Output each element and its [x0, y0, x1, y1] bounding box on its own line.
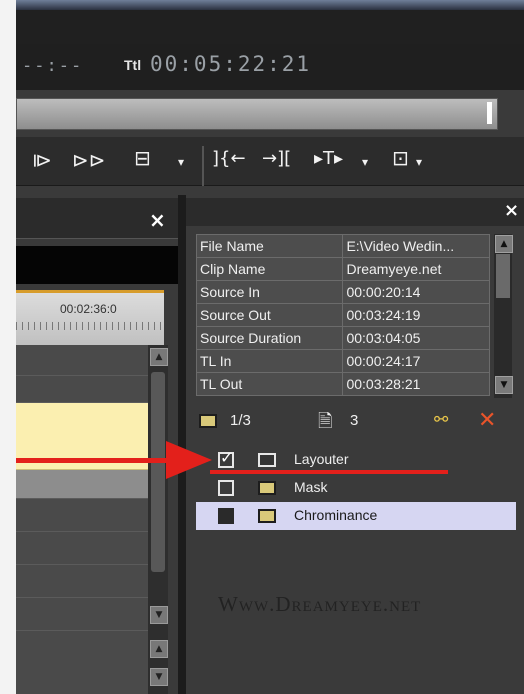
property-value: 00:00:20:14 — [342, 280, 490, 304]
delete-effect-icon[interactable]: ✕ — [478, 408, 496, 433]
mark-out-icon[interactable]: →][ — [262, 150, 291, 168]
track-row[interactable] — [16, 376, 148, 403]
effect-label: Chrominance — [294, 507, 378, 523]
track-row[interactable] — [16, 565, 148, 598]
chevron-down-icon[interactable]: ▾ — [362, 156, 368, 168]
track-row[interactable] — [16, 499, 148, 532]
timeline-black-bar — [16, 246, 180, 284]
close-icon[interactable]: × — [149, 208, 166, 232]
scrollbar-thumb[interactable] — [496, 254, 510, 298]
scrollbar-thumb[interactable] — [151, 372, 165, 572]
timecode-dashes: --:-- — [22, 56, 84, 76]
property-value: E:\Video Wedin... — [342, 234, 490, 258]
info-panel-header — [186, 198, 524, 226]
property-value: 00:03:28:21 — [342, 372, 490, 396]
watermark: Www.Dreamyeye.net — [218, 592, 422, 616]
property-row[interactable]: Source Duration 00:03:04:05 — [195, 326, 490, 350]
position-scrubber[interactable] — [16, 98, 498, 130]
track-row[interactable] — [16, 345, 148, 376]
property-row[interactable]: TL In 00:00:24:17 — [195, 349, 490, 373]
display-icon[interactable]: ⊟ — [134, 148, 151, 168]
property-value: Dreamyeye.net — [342, 257, 490, 281]
chevron-down-icon[interactable]: ▾ — [178, 156, 184, 168]
annotation-underline — [210, 470, 448, 474]
property-key: File Name — [195, 234, 344, 258]
effect-checkbox[interactable] — [218, 508, 234, 524]
chrominance-icon — [258, 509, 276, 523]
property-key: TL Out — [195, 372, 344, 396]
scroll-up-icon[interactable]: ▲ — [495, 235, 513, 253]
effect-checkbox[interactable]: ✓ — [218, 448, 234, 468]
property-row[interactable]: Source In 00:00:20:14 — [195, 280, 490, 304]
scroll-down-icon[interactable]: ▼ — [150, 668, 168, 686]
layouter-icon — [258, 453, 276, 467]
property-value: 00:03:04:05 — [342, 326, 490, 350]
timecode-label: Ttl — [124, 57, 142, 73]
play-frame-icon[interactable]: ⧐ — [32, 150, 52, 170]
effect-checkbox[interactable] — [218, 480, 234, 496]
effect-settings-icon[interactable]: ⚯ — [434, 410, 448, 430]
checkmark-icon: ✓ — [220, 448, 234, 467]
fast-forward-icon[interactable]: ⊳⊳ — [72, 150, 106, 170]
track-row[interactable] — [16, 470, 148, 499]
title-area — [16, 0, 524, 50]
property-row[interactable]: TL Out 00:03:28:21 — [195, 372, 490, 396]
property-value: 00:00:24:17 — [342, 349, 490, 373]
close-icon[interactable]: × — [504, 200, 519, 221]
scroll-up-icon[interactable]: ▲ — [150, 640, 168, 658]
mark-in-icon[interactable]: ]{← — [212, 150, 246, 168]
annotation-arrow-icon — [166, 441, 212, 479]
property-key: Source In — [195, 280, 344, 304]
track-row[interactable] — [16, 598, 148, 631]
filter-count: 3 — [350, 412, 359, 429]
effect-count: 1/3 — [230, 412, 251, 429]
track-row[interactable] — [16, 532, 148, 565]
timeline-ruler[interactable] — [16, 290, 164, 345]
mask-icon — [258, 481, 276, 495]
effect-row-mask[interactable]: Mask — [196, 474, 516, 502]
scroll-up-icon[interactable]: ▲ — [150, 348, 168, 366]
filter-list-icon[interactable]: 🗎 — [318, 409, 332, 439]
scrubber-handle[interactable] — [487, 102, 492, 124]
property-row[interactable]: Source Out 00:03:24:19 — [195, 303, 490, 327]
property-key: TL In — [195, 349, 344, 373]
property-row[interactable]: File Name E:\Video Wedin... — [195, 234, 490, 258]
scroll-down-icon[interactable]: ▼ — [495, 376, 513, 394]
export-icon[interactable]: ⊡ — [392, 148, 409, 168]
property-row[interactable]: Clip Name Dreamyeye.net — [195, 257, 490, 281]
effect-icon — [199, 414, 217, 428]
annotation-arrow-line — [16, 458, 188, 463]
property-key: Clip Name — [195, 257, 344, 281]
ruler-timecode: 00:02:36:0 — [60, 302, 117, 316]
effect-row-chrominance[interactable]: Chrominance — [196, 502, 516, 530]
property-key: Source Out — [195, 303, 344, 327]
split-icon[interactable]: ▸T▸ — [314, 150, 343, 168]
scroll-down-icon[interactable]: ▼ — [150, 606, 168, 624]
effect-label: Layouter — [294, 451, 349, 467]
timecode-value: 00:05:22:21 — [150, 52, 312, 76]
track-row[interactable] — [16, 631, 148, 694]
editor-window: --:-- Ttl 00:05:22:21 ⧐ ⊳⊳ ⊟ ▾ ]{← →][ ▸… — [16, 0, 524, 694]
effects-list: ✓ Layouter Mask Chrominance — [196, 446, 516, 530]
chevron-down-icon[interactable]: ▾ — [416, 156, 422, 168]
property-key: Source Duration — [195, 326, 344, 350]
effect-label: Mask — [294, 479, 328, 495]
toolbar-separator — [202, 146, 204, 186]
clip-properties-table: File Name E:\Video Wedin... Clip Name Dream… — [195, 234, 490, 396]
ruler-ticks — [16, 322, 164, 330]
property-value: 00:03:24:19 — [342, 303, 490, 327]
